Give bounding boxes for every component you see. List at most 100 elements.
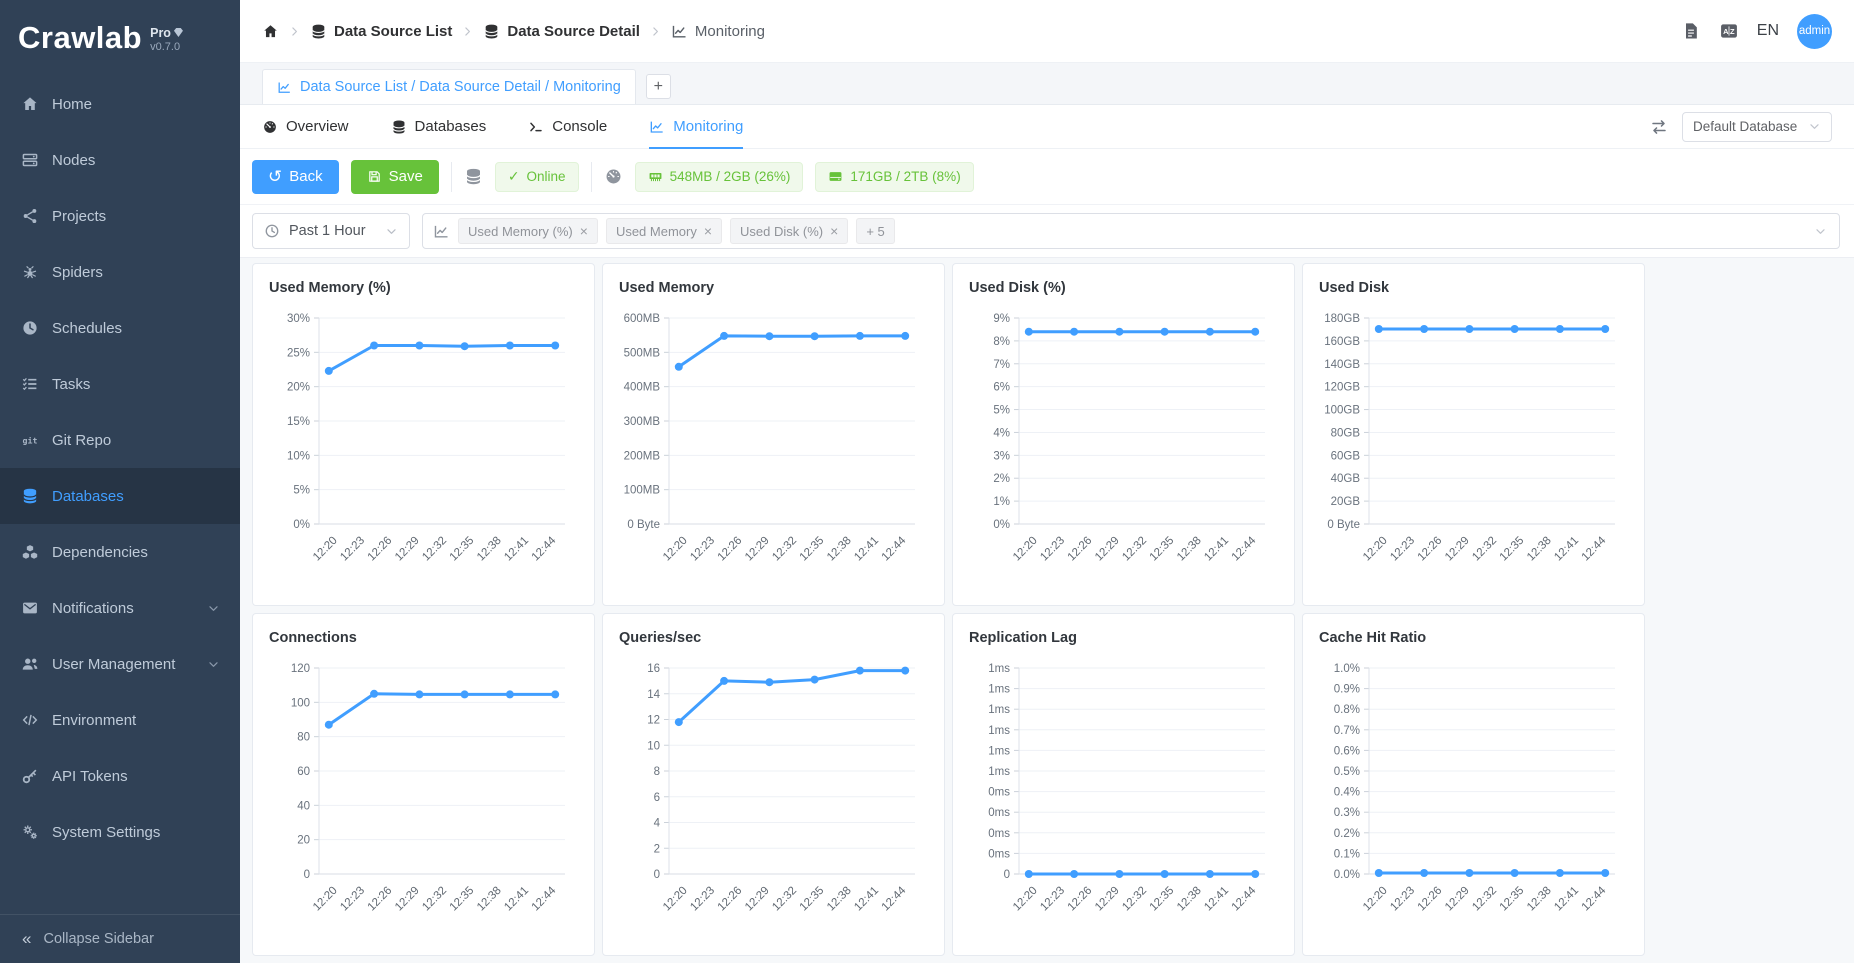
svg-text:12:23: 12:23: [688, 535, 717, 564]
svg-text:12:35: 12:35: [1148, 885, 1177, 914]
svg-text:12:29: 12:29: [1443, 535, 1472, 564]
active-page-tab[interactable]: Data Source List / Data Source Detail / …: [262, 69, 636, 104]
sidebar-item-user-management[interactable]: User Management: [0, 636, 240, 692]
chart-card-used-memory-pct: Used Memory (%)30%25%20%15%10%5%0%12:201…: [252, 263, 595, 606]
back-button[interactable]: ↺ Back: [252, 160, 339, 194]
sidebar-item-notifications[interactable]: Notifications: [0, 580, 240, 636]
app-logo[interactable]: Crawlab Pro v0.7.0: [0, 0, 240, 76]
breadcrumb-label: Data Source List: [334, 23, 452, 40]
status-badge: ✓ Online: [495, 162, 579, 192]
main-area: Data Source List Data Source Detail Monito…: [240, 0, 1854, 963]
swap-icon[interactable]: [1650, 118, 1668, 136]
chart-plot: 1.0%0.9%0.8%0.7%0.6%0.5%0.4%0.3%0.2%0.1%…: [1319, 652, 1630, 948]
tab-label: Console: [552, 118, 607, 135]
breadcrumb-item-data-source-list[interactable]: Data Source List: [310, 23, 452, 40]
sidebar-item-label: Spiders: [52, 264, 103, 281]
svg-text:1ms: 1ms: [988, 766, 1010, 778]
chart-title: Used Disk (%): [969, 280, 1278, 296]
sidebar-item-nodes[interactable]: Nodes: [0, 132, 240, 188]
svg-text:12:35: 12:35: [1498, 885, 1527, 914]
svg-text:9%: 9%: [993, 313, 1010, 325]
chart-title: Cache Hit Ratio: [1319, 630, 1628, 646]
sidebar-item-system-settings[interactable]: System Settings: [0, 804, 240, 860]
chart-plot: 600MB500MB400MB300MB200MB100MB0 Byte12:2…: [619, 302, 930, 598]
add-tab-button[interactable]: +: [646, 74, 671, 99]
svg-text:12:20: 12:20: [661, 535, 690, 564]
sidebar-item-dependencies[interactable]: Dependencies: [0, 524, 240, 580]
svg-text:12:38: 12:38: [1175, 885, 1204, 914]
tab-monitoring[interactable]: Monitoring: [649, 105, 743, 149]
svg-text:A: A: [1723, 27, 1729, 36]
sidebar-item-tasks[interactable]: Tasks: [0, 356, 240, 412]
svg-text:140GB: 140GB: [1324, 359, 1360, 371]
chevron-down-icon: [1814, 225, 1827, 238]
svg-text:12:23: 12:23: [1038, 535, 1067, 564]
more-metrics-tag[interactable]: + 5: [856, 218, 894, 244]
metrics-select[interactable]: Used Memory (%)×Used Memory×Used Disk (%…: [422, 213, 1840, 249]
metric-tag-label: Used Memory (%): [468, 224, 573, 239]
svg-text:10%: 10%: [287, 450, 310, 462]
svg-text:1%: 1%: [993, 496, 1010, 508]
app-logo-text: Crawlab: [18, 20, 142, 56]
svg-text:20GB: 20GB: [1331, 496, 1361, 508]
time-range-select[interactable]: Past 1 Hour: [252, 213, 410, 249]
action-bar: ↺ Back Save ✓ Online 548MB / 2GB (26%) 1…: [240, 149, 1854, 205]
svg-text:3%: 3%: [993, 450, 1010, 462]
sidebar-item-environment[interactable]: Environment: [0, 692, 240, 748]
metric-tag-label: Used Memory: [616, 224, 697, 239]
chart-plot: 12010080604020012:2012:2312:2612:2912:32…: [269, 652, 580, 948]
log-file-icon[interactable]: [1681, 21, 1701, 41]
sidebar-item-label: Nodes: [52, 152, 95, 169]
svg-text:8%: 8%: [993, 336, 1010, 348]
tab-overview[interactable]: Overview: [262, 105, 349, 149]
svg-text:12:26: 12:26: [366, 885, 395, 914]
breadcrumb-item-monitoring[interactable]: Monitoring: [671, 23, 765, 40]
chart-title: Queries/sec: [619, 630, 928, 646]
tab-console[interactable]: Console: [528, 105, 607, 149]
avatar[interactable]: admin: [1797, 14, 1832, 49]
svg-text:0.5%: 0.5%: [1334, 766, 1360, 778]
sidebar-item-projects[interactable]: Projects: [0, 188, 240, 244]
hdd-icon: [828, 169, 843, 184]
chart-title: Used Disk: [1319, 280, 1628, 296]
svg-text:12:32: 12:32: [770, 535, 799, 564]
breadcrumb-item-data-source-detail[interactable]: Data Source Detail: [483, 23, 640, 40]
svg-text:1ms: 1ms: [988, 745, 1010, 757]
svg-text:12:32: 12:32: [1120, 885, 1149, 914]
database-select[interactable]: Default Database: [1682, 112, 1832, 142]
svg-text:1ms: 1ms: [988, 725, 1010, 737]
database-icon: [310, 23, 327, 40]
database-select-value: Default Database: [1693, 119, 1797, 134]
svg-text:0ms: 0ms: [988, 807, 1010, 819]
breadcrumb-item-home[interactable]: [262, 23, 279, 40]
divider: [451, 162, 452, 192]
sidebar-item-label: Projects: [52, 208, 106, 225]
sidebar-item-spiders[interactable]: Spiders: [0, 244, 240, 300]
tab-databases[interactable]: Databases: [391, 105, 487, 149]
sidebar-item-home[interactable]: Home: [0, 76, 240, 132]
svg-text:12:32: 12:32: [1470, 885, 1499, 914]
remove-tag-icon[interactable]: ×: [704, 224, 712, 238]
svg-text:12:32: 12:32: [1470, 535, 1499, 564]
svg-text:12:20: 12:20: [1011, 535, 1040, 564]
translate-icon[interactable]: AZ: [1719, 21, 1739, 41]
svg-text:12:20: 12:20: [1361, 535, 1390, 564]
sidebar-item-databases[interactable]: Databases: [0, 468, 240, 524]
sidebar-item-api-tokens[interactable]: API Tokens: [0, 748, 240, 804]
svg-text:100MB: 100MB: [624, 485, 661, 497]
sidebar-item-git-repo[interactable]: gitGit Repo: [0, 412, 240, 468]
status-label: Online: [527, 169, 566, 184]
collapse-sidebar-button[interactable]: « Collapse Sidebar: [0, 914, 240, 963]
language-toggle[interactable]: EN: [1757, 22, 1779, 40]
remove-tag-icon[interactable]: ×: [580, 224, 588, 238]
remove-tag-icon[interactable]: ×: [830, 224, 838, 238]
svg-text:12:35: 12:35: [1148, 535, 1177, 564]
svg-text:5%: 5%: [293, 485, 310, 497]
sidebar-item-schedules[interactable]: Schedules: [0, 300, 240, 356]
save-button[interactable]: Save: [351, 160, 439, 194]
svg-text:160GB: 160GB: [1324, 336, 1360, 348]
svg-text:0 Byte: 0 Byte: [627, 519, 660, 531]
chart-card-queries-per-sec: Queries/sec161412108642012:2012:2312:261…: [602, 613, 945, 956]
svg-text:12:26: 12:26: [1066, 535, 1095, 564]
memory-icon: [648, 169, 663, 184]
